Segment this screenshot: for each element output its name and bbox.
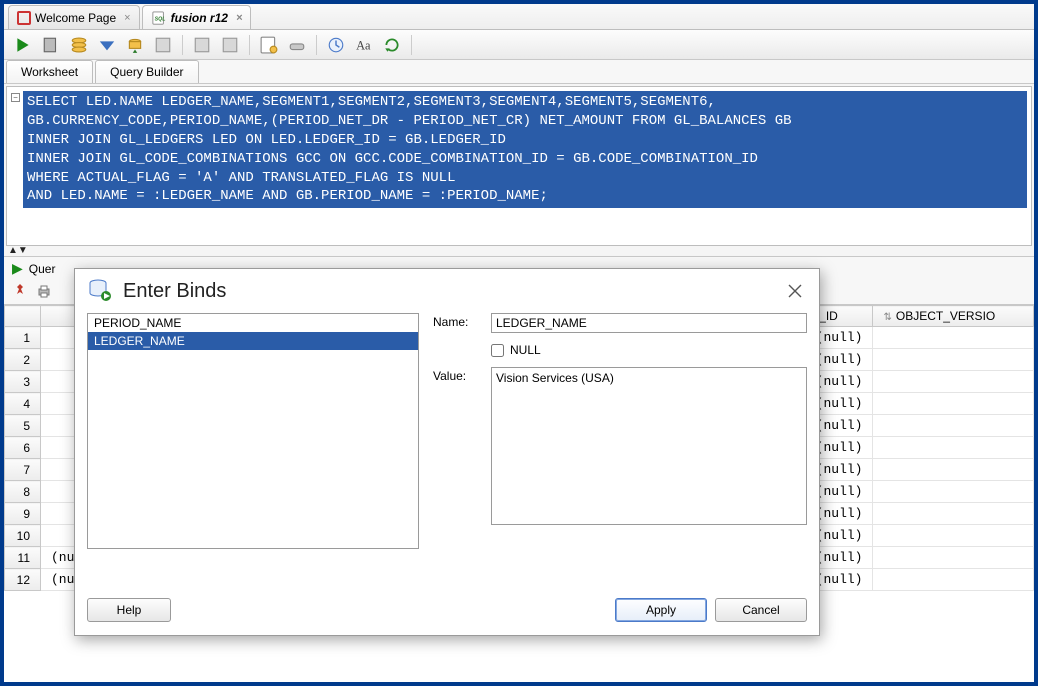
unshared-sql-button[interactable]: [219, 34, 241, 56]
worksheet-toolbar: Aa: [4, 30, 1034, 60]
close-icon[interactable]: ×: [124, 12, 130, 24]
cell: [873, 569, 1034, 591]
tab-welcome-label: Welcome Page: [35, 11, 116, 25]
toolbar-separator: [249, 35, 250, 55]
cell: [873, 481, 1034, 503]
bind-list-item[interactable]: PERIOD_NAME: [88, 314, 418, 332]
triangle-up-icon: ▲: [8, 246, 18, 256]
row-number-cell: 5: [5, 415, 41, 437]
cell: [873, 437, 1034, 459]
bind-value-textarea[interactable]: [491, 367, 807, 525]
pin-icon[interactable]: [12, 283, 28, 302]
svg-text:SQL: SQL: [154, 16, 165, 22]
rollback-button[interactable]: [191, 34, 213, 56]
row-number-cell: 1: [5, 327, 41, 349]
tab-worksheet[interactable]: Worksheet: [6, 60, 93, 83]
dialog-close-button[interactable]: [783, 279, 807, 303]
bind-variable-list[interactable]: PERIOD_NAMELEDGER_NAME: [87, 313, 419, 549]
splitter-handle[interactable]: ▲ ▼: [4, 246, 1034, 256]
run-statement-button[interactable]: [12, 34, 34, 56]
enter-binds-dialog: Enter Binds PERIOD_NAMELEDGER_NAME Name:…: [74, 268, 820, 636]
value-label: Value:: [433, 367, 483, 383]
cancel-button[interactable]: Cancel: [715, 598, 807, 622]
sql-tuning-button[interactable]: [258, 34, 280, 56]
row-number-cell: 11: [5, 547, 41, 569]
run-script-button[interactable]: [40, 34, 62, 56]
row-number-cell: 9: [5, 503, 41, 525]
dropdown-button[interactable]: [96, 34, 118, 56]
commit-button[interactable]: [152, 34, 174, 56]
query-result-label: Quer: [29, 262, 56, 276]
apply-button[interactable]: Apply: [615, 598, 707, 622]
explain-plan-button[interactable]: [68, 34, 90, 56]
row-number-cell: 6: [5, 437, 41, 459]
row-number-cell: 4: [5, 393, 41, 415]
play-icon: ▶: [12, 260, 23, 277]
toolbar-separator: [411, 35, 412, 55]
bind-name-input[interactable]: [491, 313, 807, 333]
sql-history-button[interactable]: [325, 34, 347, 56]
cell: [873, 327, 1034, 349]
tab-fusion[interactable]: SQL fusion r12 ×: [142, 5, 252, 29]
toolbar-separator: [316, 35, 317, 55]
row-number-header: [5, 306, 41, 327]
row-number-cell: 7: [5, 459, 41, 481]
cell: [873, 349, 1034, 371]
row-number-cell: 10: [5, 525, 41, 547]
fold-toggle-icon[interactable]: −: [11, 93, 20, 102]
tab-welcome[interactable]: Welcome Page ×: [8, 5, 140, 29]
refresh-button[interactable]: [381, 34, 403, 56]
dialog-title: Enter Binds: [123, 280, 226, 303]
toolbar-separator: [182, 35, 183, 55]
null-label: NULL: [510, 343, 541, 357]
autotrace-button[interactable]: [124, 34, 146, 56]
cell: [873, 371, 1034, 393]
printer-icon[interactable]: [36, 283, 52, 302]
clear-button[interactable]: [286, 34, 308, 56]
cell: [873, 547, 1034, 569]
worksheet-subtabs: Worksheet Query Builder: [4, 60, 1034, 84]
cell: [873, 525, 1034, 547]
sql-file-icon: SQL: [151, 11, 167, 25]
cell: [873, 459, 1034, 481]
null-checkbox[interactable]: [491, 344, 504, 357]
tab-query-builder[interactable]: Query Builder: [95, 60, 198, 83]
sql-editor[interactable]: − SELECT LED.NAME LEDGER_NAME,SEGMENT1,S…: [6, 86, 1032, 246]
help-button[interactable]: Help: [87, 598, 171, 622]
document-tabs: Welcome Page × SQL fusion r12 ×: [4, 4, 1034, 30]
bind-list-item[interactable]: LEDGER_NAME: [88, 332, 418, 350]
row-number-cell: 12: [5, 569, 41, 591]
row-number-cell: 8: [5, 481, 41, 503]
svg-text:Aa: Aa: [356, 38, 371, 52]
sql-text[interactable]: SELECT LED.NAME LEDGER_NAME,SEGMENT1,SEG…: [23, 91, 1027, 208]
cell: [873, 393, 1034, 415]
oracle-icon: [17, 11, 31, 25]
row-number-cell: 2: [5, 349, 41, 371]
database-run-icon: [87, 277, 113, 306]
row-number-cell: 3: [5, 371, 41, 393]
format-button[interactable]: Aa: [353, 34, 375, 56]
tab-fusion-label: fusion r12: [171, 11, 228, 25]
cell: [873, 415, 1034, 437]
close-icon[interactable]: ×: [236, 12, 242, 24]
col-object-version[interactable]: ⇅OBJECT_VERSIO: [873, 306, 1034, 327]
name-label: Name:: [433, 313, 483, 329]
cell: [873, 503, 1034, 525]
triangle-down-icon: ▼: [18, 246, 28, 256]
